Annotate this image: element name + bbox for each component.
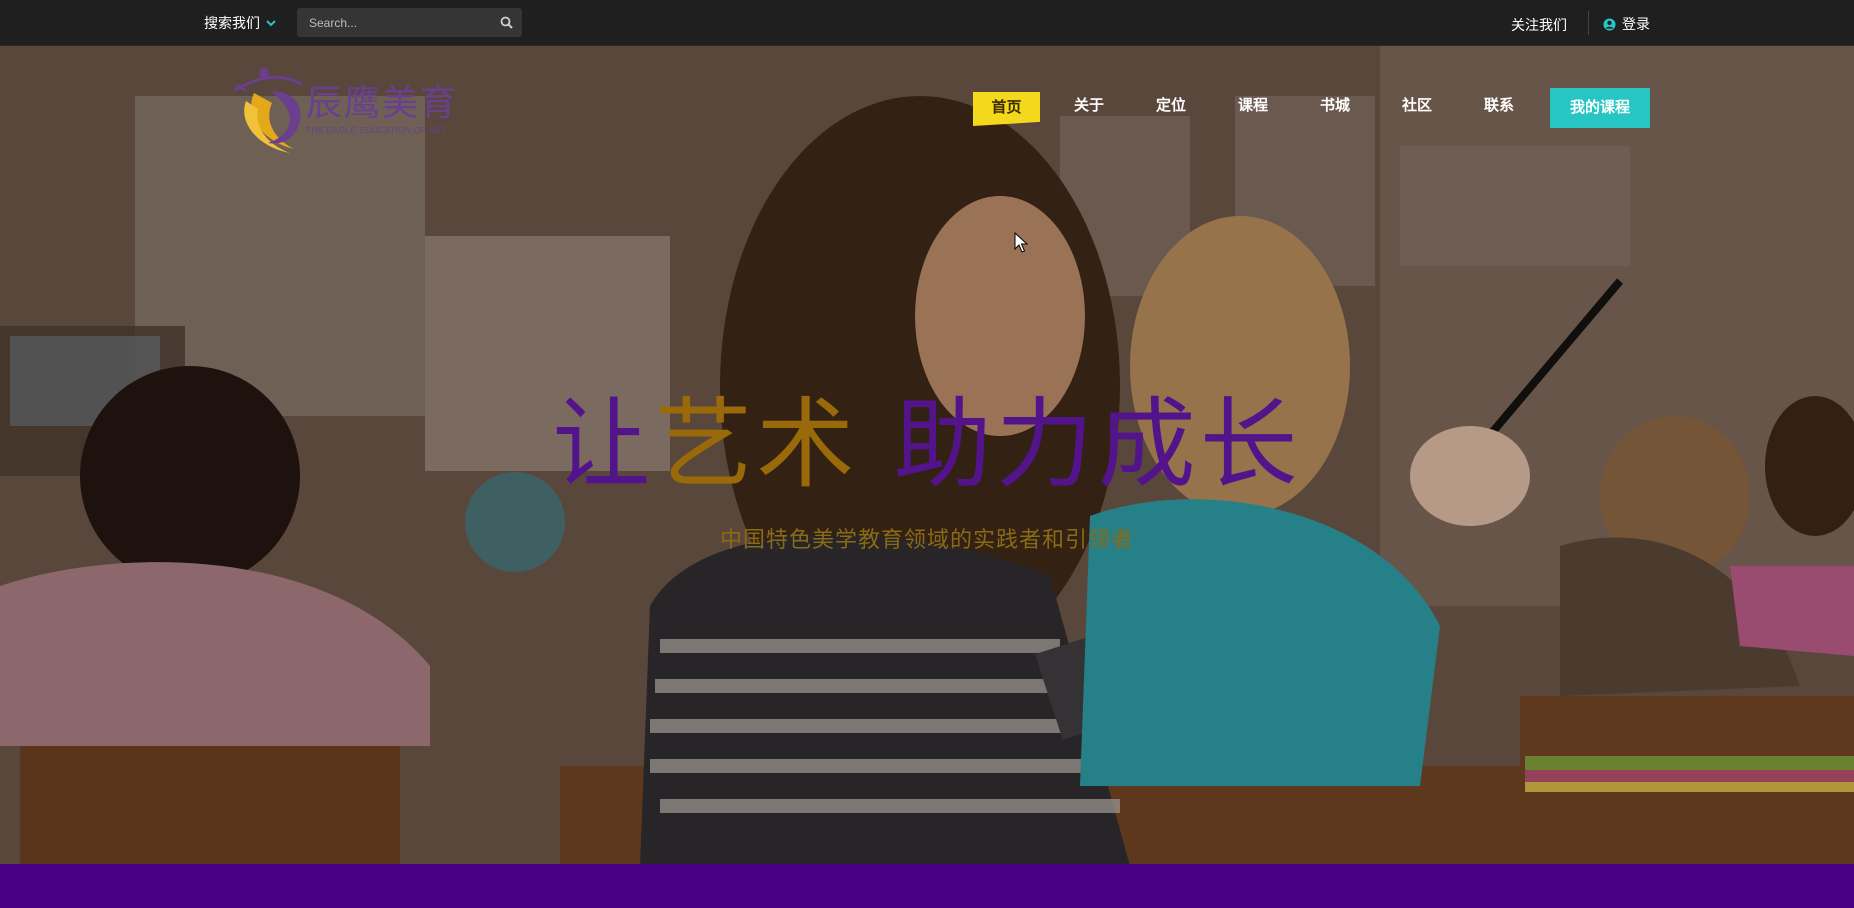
user-circle-icon xyxy=(1603,17,1616,31)
headline-part-1: 让 xyxy=(552,388,655,502)
my-courses-button[interactable]: 我的课程 xyxy=(1550,88,1650,128)
chevron-down-icon xyxy=(266,20,276,27)
nav-item-home[interactable]: 首页 xyxy=(973,92,1040,126)
nav-item-community[interactable]: 社区 xyxy=(1394,86,1440,126)
top-bar: 搜索我们 关注我们 登录 xyxy=(0,0,1854,46)
mouse-cursor-icon xyxy=(1014,232,1028,253)
nav-item-courses[interactable]: 课程 xyxy=(1230,86,1276,126)
headline-part-2: 艺术 xyxy=(654,388,859,502)
nav-item-bookstore[interactable]: 书城 xyxy=(1312,86,1358,126)
headline-part-3: 助力成长 xyxy=(893,388,1302,502)
hero-subline: 中国特色美学教育领域的实践者和引领者 xyxy=(719,528,1134,553)
hero-banner: 辰鹰美育 THE EAGLE EDUCATION OF ART 首页 关于 定位… xyxy=(0,46,1854,864)
login-label: 登录 xyxy=(1622,16,1650,32)
search-input[interactable] xyxy=(297,8,490,37)
top-divider xyxy=(1588,11,1589,35)
logo-english-name: THE EAGLE EDUCATION OF ART xyxy=(306,125,447,135)
login-link[interactable]: 登录 xyxy=(1603,14,1650,34)
nav-item-contact[interactable]: 联系 xyxy=(1476,86,1522,126)
search-us-label: 搜索我们 xyxy=(204,15,260,31)
hero-headline: 让艺术 助力成长 xyxy=(0,390,1854,500)
bottom-purple-band xyxy=(0,864,1854,908)
search-box xyxy=(297,8,522,37)
search-us-dropdown[interactable]: 搜索我们 xyxy=(204,14,277,32)
main-nav: 首页 关于 定位 课程 书城 社区 联系 我的课程 xyxy=(0,86,1854,128)
nav-item-about[interactable]: 关于 xyxy=(1066,86,1112,126)
follow-us-link[interactable]: 关注我们 xyxy=(1511,15,1567,35)
nav-item-position[interactable]: 定位 xyxy=(1148,86,1194,126)
search-icon xyxy=(500,16,513,29)
search-button[interactable] xyxy=(490,8,522,37)
